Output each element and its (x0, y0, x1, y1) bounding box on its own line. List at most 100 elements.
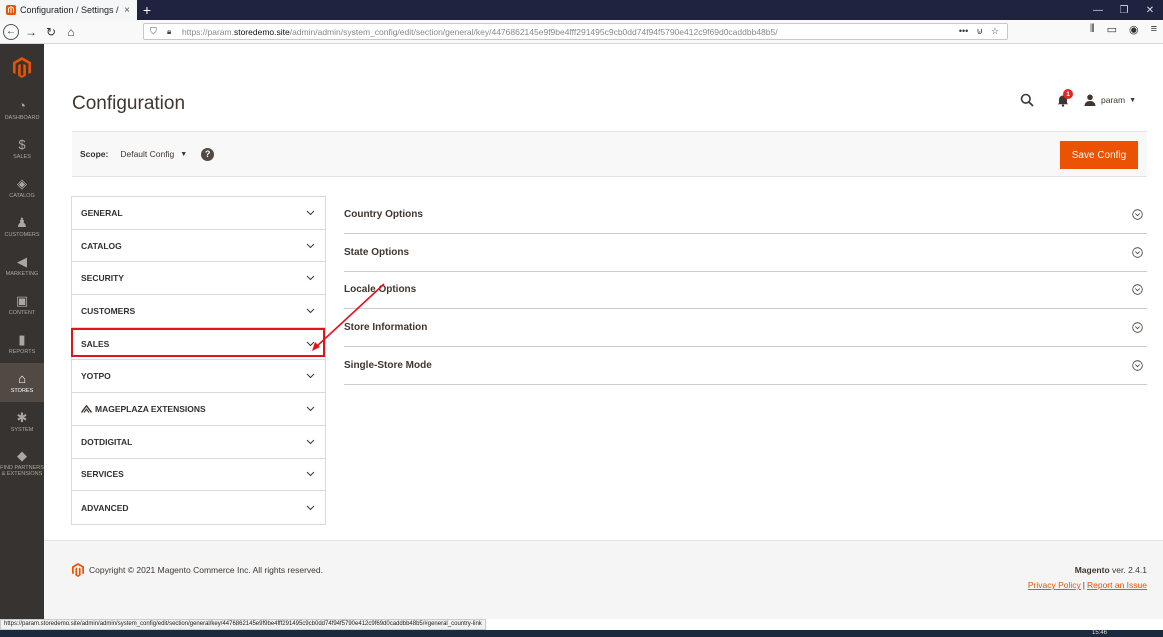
page-footer: Copyright © 2021 Magento Commerce Inc. A… (44, 540, 1163, 619)
section-title: Country Options (344, 208, 423, 220)
section-single-store-mode[interactable]: Single-Store Mode (344, 347, 1147, 385)
tab-close-icon[interactable]: × (121, 5, 133, 16)
shield-icon[interactable]: ⛉ (150, 26, 159, 37)
menu-catalog[interactable]: ◈ CATALOG (0, 168, 44, 207)
menu-reports[interactable]: ▮ REPORTS (0, 324, 44, 363)
hamburger-menu-icon[interactable]: ≡ (1151, 23, 1157, 36)
chevron-down-icon (306, 373, 315, 379)
menu-customers[interactable]: ♟ CUSTOMERS (0, 207, 44, 246)
store-icon: ⌂ (18, 370, 26, 386)
tab-mageplaza-extensions[interactable]: MAGEPLAZA EXTENSIONS (72, 393, 325, 426)
magento-logo-icon[interactable] (0, 44, 44, 90)
help-icon[interactable]: ? (201, 147, 215, 161)
scope-label: Scope: (80, 149, 109, 159)
sidebar-toggle-icon[interactable]: ▭ (1107, 23, 1117, 36)
menu-find-partners[interactable]: ◆ FIND PARTNERS & EXTENSIONS (0, 441, 44, 485)
tab-label: CUSTOMERS (81, 305, 136, 316)
menu-label: STORES (10, 387, 34, 394)
tab-label: YOTPO (81, 371, 111, 382)
admin-sidebar: ◔ DASHBOARD $ SALES ◈ CATALOG ♟ CUSTOMERS ◀ M… (0, 44, 44, 630)
report-issue-link[interactable]: Report an Issue (1087, 580, 1147, 590)
menu-marketing[interactable]: ◀ MARKETING (0, 246, 44, 285)
close-window-icon[interactable]: ✕ (1137, 0, 1163, 20)
browser-tab[interactable]: Configuration / Settings / Stores × (0, 0, 137, 20)
menu-dashboard[interactable]: ◔ DASHBOARD (0, 90, 44, 129)
browser-tab-bar: Configuration / Settings / Stores × + — … (0, 0, 1163, 20)
tab-general[interactable]: GENERAL (72, 197, 325, 230)
page-actions-icon[interactable]: ••• (959, 26, 968, 37)
os-taskbar: 15:46 (0, 630, 1163, 637)
username: param (1101, 95, 1126, 105)
home-icon[interactable]: ⌂ (63, 24, 79, 40)
menu-sales[interactable]: $ SALES (0, 129, 44, 168)
tab-label: ADVANCED (81, 502, 129, 513)
person-icon: ♟ (16, 214, 28, 230)
notifications-bell-icon[interactable]: 1 (1056, 89, 1073, 107)
bookmark-star-icon[interactable]: ☆ (991, 26, 999, 37)
config-tabs: GENERAL CATALOG SECURITY CUSTOMERS SALES… (71, 196, 326, 525)
tab-catalog[interactable]: CATALOG (72, 230, 325, 263)
mageplaza-logo-icon (81, 404, 92, 413)
url-actions: ••• ⊍ ☆ (959, 26, 1007, 37)
restore-icon[interactable]: ❐ (1111, 0, 1137, 20)
scope-switcher[interactable]: Default Config ▼ (120, 149, 187, 159)
address-bar[interactable]: ⛉ 🔒︎ https://param. storedemo.site/admin/… (143, 23, 1008, 40)
menu-label: CUSTOMERS (4, 231, 40, 238)
menu-label: MARKETING (5, 270, 39, 277)
chevron-down-icon: ▼ (1129, 96, 1137, 104)
version-number: ver. 2.4.1 (1109, 565, 1147, 575)
user-menu[interactable]: param ▼ (1084, 94, 1136, 106)
browser-toolbar-right: ⫴ ▭ ◉ ≡ (1078, 23, 1157, 36)
browser-nav-bar: ← → ↻ ⌂ ⛉ 🔒︎ https://param. storedemo.sit… (0, 20, 1163, 44)
reload-icon[interactable]: ↻ (43, 24, 59, 40)
taskbar-clock: 15:46 (1091, 630, 1107, 636)
dollar-icon: $ (18, 136, 26, 152)
scope-bar: Scope: Default Config ▼ ? Save Config (72, 131, 1147, 177)
save-config-button[interactable]: Save Config (1060, 141, 1138, 169)
tab-security[interactable]: SECURITY (72, 262, 325, 296)
tab-sales[interactable]: SALES (72, 328, 325, 361)
privacy-policy-link[interactable]: Privacy Policy (1028, 580, 1081, 590)
tab-dotdigital[interactable]: DOTDIGITAL (72, 426, 325, 459)
section-title: Single-Store Mode (344, 360, 432, 372)
notification-count-badge: 1 (1063, 89, 1073, 99)
tab-advanced[interactable]: ADVANCED (72, 491, 325, 524)
pocket-icon[interactable]: ⊍ (976, 26, 983, 37)
forward-arrow-icon[interactable]: → (23, 24, 39, 40)
header-actions: 1 param ▼ (1020, 89, 1136, 107)
tab-label-wrap: MAGEPLAZA EXTENSIONS (81, 404, 306, 414)
dashboard-icon: ◔ (18, 97, 26, 113)
section-locale-options[interactable]: Locale Options (344, 272, 1147, 310)
menu-stores[interactable]: ⌂ STORES (0, 363, 44, 402)
bar-chart-icon: ▮ (18, 331, 26, 347)
account-icon[interactable]: ◉ (1129, 23, 1139, 36)
minimize-icon[interactable]: — (1085, 0, 1111, 20)
chevron-down-icon (306, 471, 315, 477)
menu-label: REPORTS (8, 348, 36, 355)
tab-label: DOTDIGITAL (81, 436, 133, 447)
section-title: State Options (344, 246, 410, 258)
back-arrow-icon[interactable]: ← (3, 23, 19, 40)
tab-services[interactable]: SERVICES (72, 459, 325, 492)
expand-circle-icon (1132, 246, 1143, 258)
scope-value: Default Config (120, 149, 175, 159)
chevron-down-icon: ▼ (180, 150, 188, 158)
section-state-options[interactable]: State Options (344, 234, 1147, 272)
section-store-information[interactable]: Store Information (344, 309, 1147, 348)
menu-content[interactable]: ▣ CONTENT (0, 285, 44, 324)
tab-yotpo[interactable]: YOTPO (72, 360, 325, 394)
library-icon[interactable]: ⫴ (1090, 23, 1095, 36)
search-icon[interactable] (1020, 93, 1034, 107)
tab-customers[interactable]: CUSTOMERS (72, 295, 325, 328)
chevron-down-icon (306, 243, 315, 248)
chevron-down-icon (306, 275, 315, 281)
section-country-options[interactable]: Country Options (344, 196, 1147, 234)
menu-label: CONTENT (8, 309, 36, 316)
lock-icon[interactable]: 🔒︎ (167, 27, 176, 37)
tab-label: SERVICES (81, 469, 124, 480)
section-title: Locale Options (344, 284, 417, 296)
new-tab-button[interactable]: + (137, 0, 157, 20)
menu-system[interactable]: ✱ SYSTEM (0, 402, 44, 441)
copyright-text: Copyright © 2021 Magento Commerce Inc. A… (89, 565, 323, 575)
tab-label: SECURITY (81, 273, 124, 284)
